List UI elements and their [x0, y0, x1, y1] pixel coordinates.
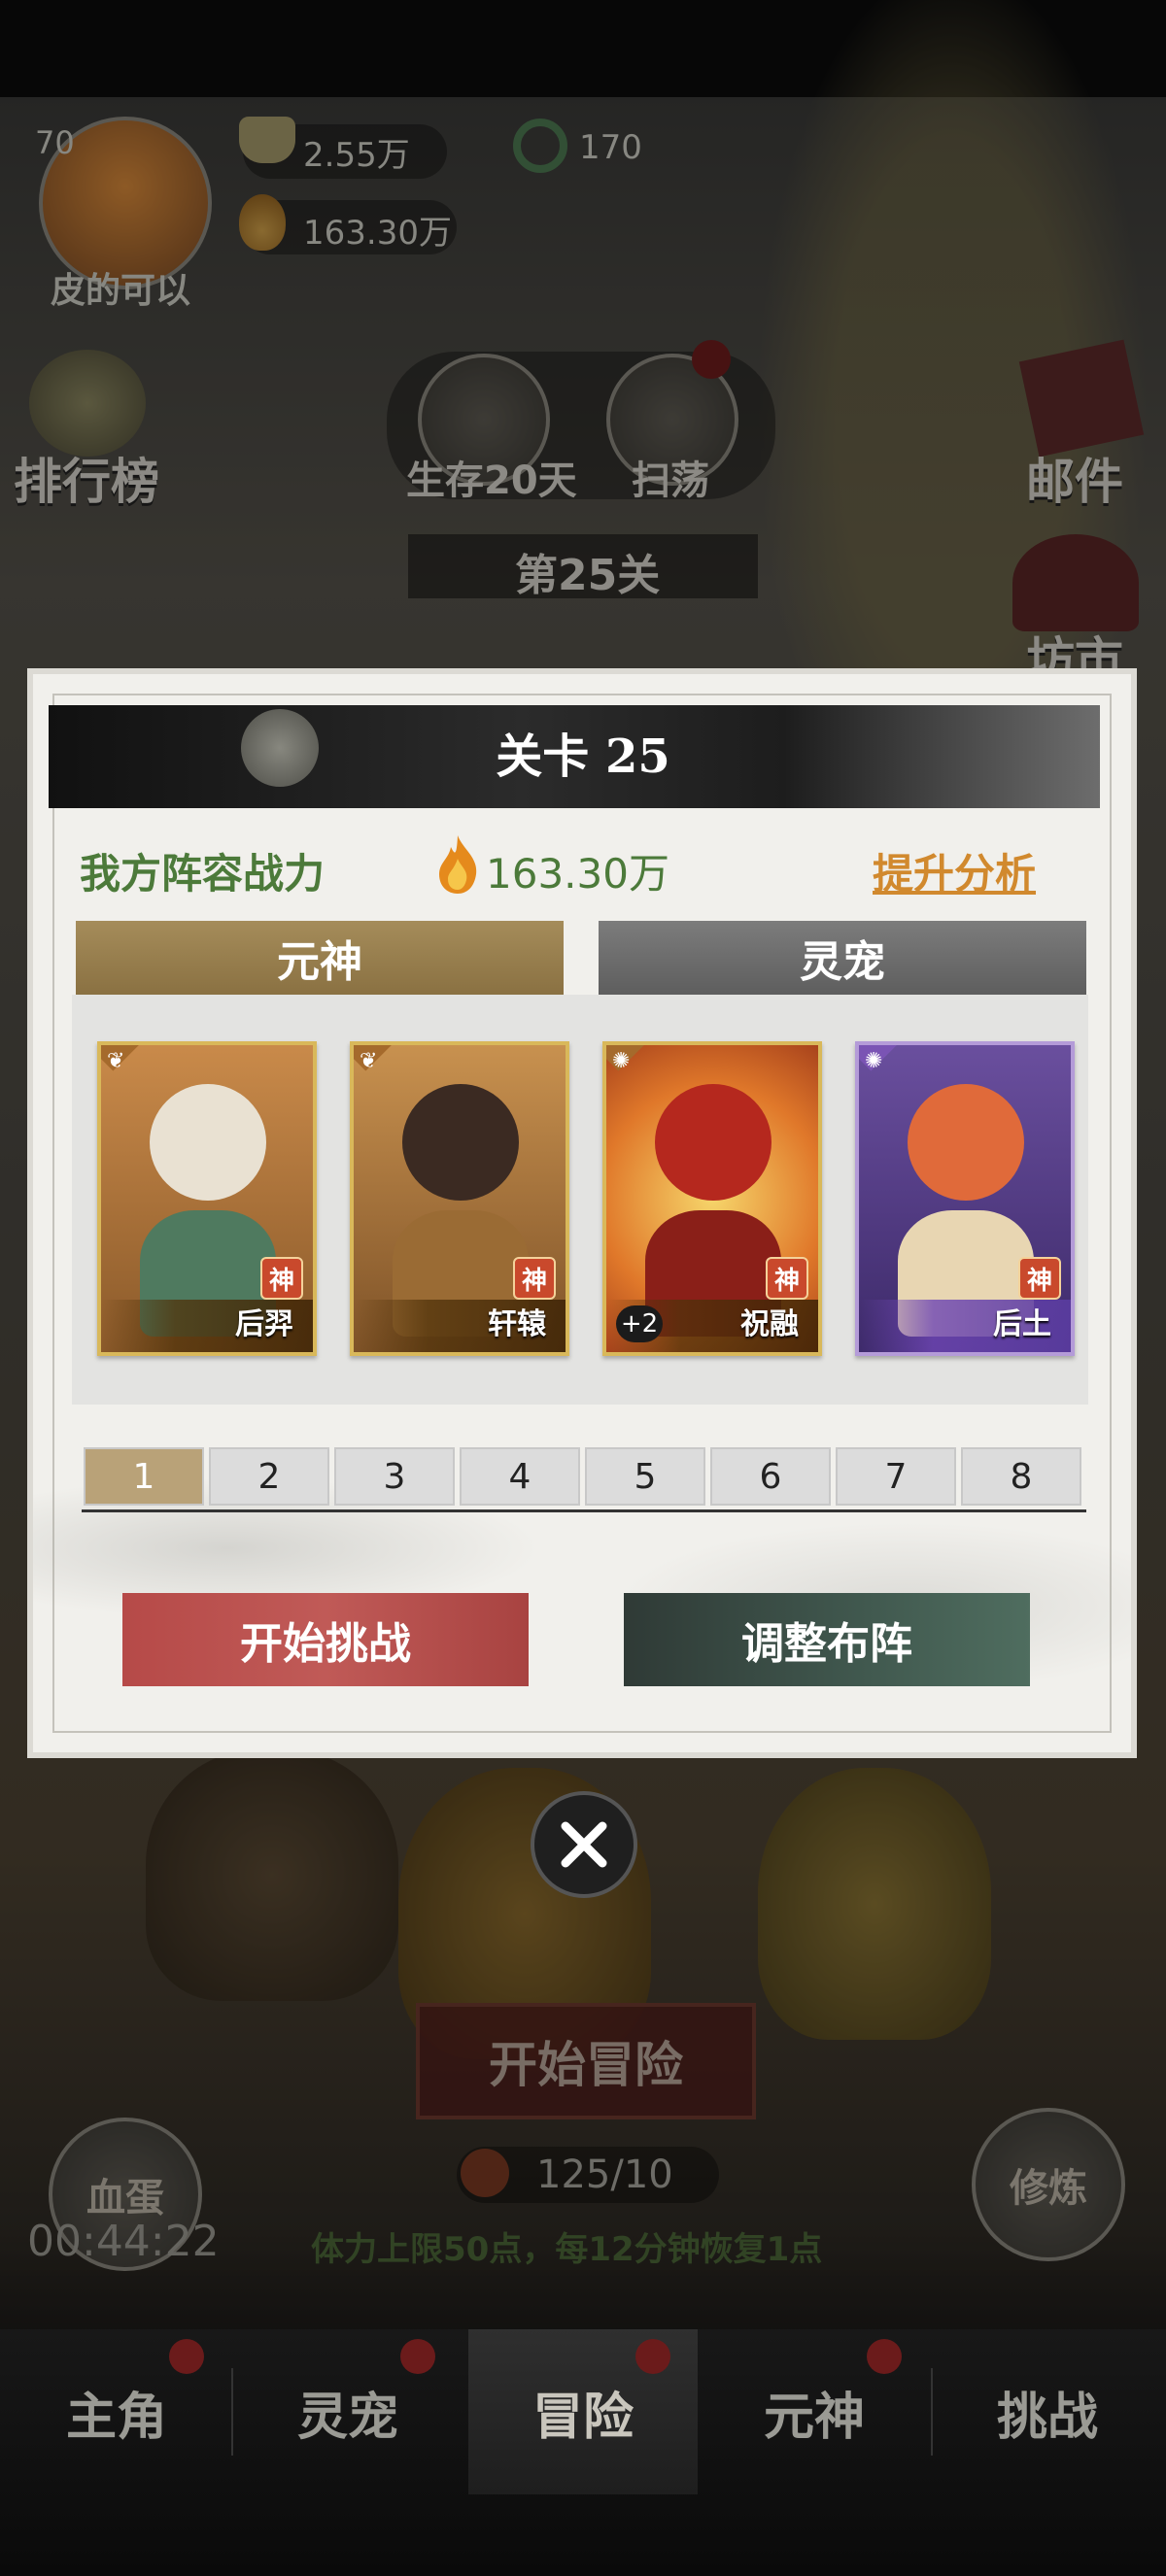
hero-name: 后土 — [993, 1307, 1051, 1341]
lineup-page-tab[interactable]: 7 — [836, 1447, 956, 1506]
tab-spirit-pet-lineup[interactable]: 灵宠 — [599, 921, 1086, 995]
tab-spirit-pet[interactable]: 灵宠 — [233, 2329, 463, 2494]
character-portrait — [150, 1084, 266, 1201]
tab-spirit-pet-label: 灵宠 — [296, 2387, 398, 2447]
tab-protagonist[interactable]: 主角 — [2, 2329, 231, 2494]
adjust-lineup-button[interactable]: 调整布阵 — [624, 1593, 1030, 1686]
tab-primordial-spirit-label: 元神 — [763, 2387, 865, 2447]
hero-name: 后羿 — [235, 1307, 293, 1341]
hero-card[interactable]: ❦ 神 后羿 — [97, 1041, 317, 1356]
tab-protagonist-label: 主角 — [65, 2387, 167, 2447]
notification-dot — [635, 2339, 670, 2374]
rank-badge: 神 — [513, 1257, 556, 1300]
lineup-page-tab[interactable]: 1 — [84, 1447, 204, 1506]
tab-adventure-label: 冒险 — [532, 2387, 634, 2447]
lineup-page-tab[interactable]: 5 — [585, 1447, 705, 1506]
tab-challenge-label: 挑战 — [996, 2387, 1098, 2447]
close-icon — [561, 1821, 607, 1868]
bottom-tab-bar: 主角 灵宠 冒险 元神 挑战 — [0, 2329, 1166, 2576]
hero-card[interactable]: ✺ 神 后土 — [855, 1041, 1075, 1356]
leaf-icon: ❦ — [107, 1049, 125, 1073]
rank-badge: 神 — [260, 1257, 303, 1300]
lineup-page-tab[interactable]: 4 — [460, 1447, 580, 1506]
dialog-mist-decoration — [33, 1354, 1131, 1752]
character-portrait — [908, 1084, 1024, 1201]
rank-badge: 神 — [766, 1257, 808, 1300]
character-portrait — [655, 1084, 772, 1201]
flame-element-icon: ✺ — [865, 1049, 883, 1073]
notification-dot — [169, 2339, 204, 2374]
lineup-page-tab[interactable]: 2 — [209, 1447, 329, 1506]
hero-card[interactable]: ✺ 神 +2 祝融 — [602, 1041, 822, 1356]
close-dialog-button[interactable] — [531, 1791, 637, 1898]
tab-challenge[interactable]: 挑战 — [933, 2329, 1162, 2494]
start-challenge-button[interactable]: 开始挑战 — [122, 1593, 529, 1686]
tab-primordial-spirit-lineup[interactable]: 元神 — [76, 921, 564, 995]
team-power-value: 163.30万 — [486, 850, 669, 898]
flame-element-icon: ✺ — [612, 1049, 631, 1073]
lineup-page-tab[interactable]: 6 — [710, 1447, 831, 1506]
tab-adventure[interactable]: 冒险 — [468, 2329, 698, 2494]
upgrade-level-badge: +2 — [616, 1305, 663, 1342]
leaf-icon: ❦ — [360, 1049, 378, 1073]
lineup-page-tab[interactable]: 8 — [961, 1447, 1081, 1506]
hero-name: 轩辕 — [488, 1307, 546, 1341]
page-tabs-underline — [82, 1509, 1086, 1512]
dialog-title: 关卡 25 — [496, 729, 670, 784]
lineup-page-tab[interactable]: 3 — [334, 1447, 455, 1506]
hero-name: 祝融 — [740, 1307, 799, 1341]
flame-icon — [433, 833, 482, 896]
notification-dot — [867, 2339, 902, 2374]
rank-badge: 神 — [1018, 1257, 1061, 1300]
team-power-label: 我方阵容战力 — [80, 850, 326, 898]
character-portrait — [402, 1084, 519, 1201]
notification-dot — [400, 2339, 435, 2374]
improve-analysis-link[interactable]: 提升分析 — [873, 841, 1036, 900]
hero-card[interactable]: ❦ 神 轩辕 — [350, 1041, 569, 1356]
tab-primordial-spirit[interactable]: 元神 — [700, 2329, 929, 2494]
